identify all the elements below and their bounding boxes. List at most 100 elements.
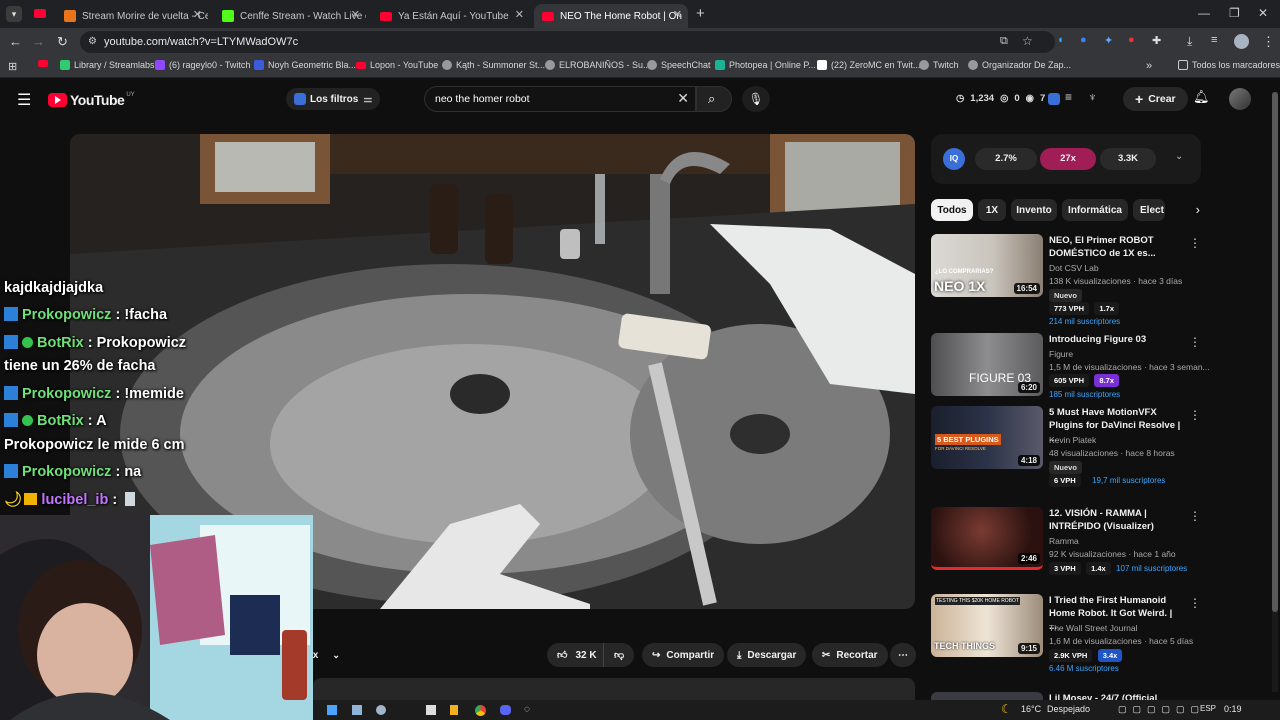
site-info-icon[interactable]: ⚙ [88,36,97,47]
clip-button[interactable]: ✂ Recortar [812,643,888,667]
close-window-icon[interactable]: ✕ [1258,6,1268,20]
related-video[interactable]: 5 BEST PLUGINS FOR DAVINCI RESOLVE 4:18 … [931,406,1201,496]
more-options-icon[interactable]: ⋮ [1189,596,1201,610]
channel-name[interactable]: Kevin Piatek [1049,435,1096,445]
more-options-icon[interactable]: ⋮ [1189,236,1201,250]
profile-avatar[interactable] [1234,34,1249,49]
bookmark-item[interactable]: Twitch [919,60,959,70]
video-title[interactable]: Introducing Figure 03 [1049,333,1181,346]
extension-icon[interactable]: ● [1080,34,1087,46]
video-thumbnail[interactable]: FIGURE 03 6:20 [931,333,1043,396]
chip-invento[interactable]: Invento [1011,199,1057,221]
download-icon[interactable]: ⤓ [1187,34,1192,49]
related-video[interactable]: FIGURE 03 6:20 Introducing Figure 03 Fig… [931,333,1210,403]
related-video[interactable]: 2:46 12. VISIÓN - RAMMA | INTRÉPIDO (Vis… [931,507,1201,577]
bookmark-item[interactable]: Library / Streamlabs [60,60,155,70]
scrollbar-thumb[interactable] [1272,92,1278,612]
bookmark-item[interactable]: Organizador De Zap... [968,60,1071,70]
tray-icons[interactable]: ▢▢▢▢▢▢ [1118,704,1205,715]
close-icon[interactable]: ✕ [351,8,360,21]
language-indicator[interactable]: ESP [1200,704,1216,713]
like-button[interactable]: 👍︎ 32 K [547,643,607,667]
related-video[interactable]: Lil Mosey - 24/7 (Official Music... [931,692,1201,700]
all-bookmarks-folder[interactable]: Todos los marcadores [1178,60,1280,70]
tab-neo-home-robot[interactable]: NEO The Home Robot | On ✕ [534,4,688,28]
youtube-pinned-tab-icon[interactable] [34,9,46,18]
bookmark-item[interactable]: Kąth - Summoner St... [442,60,545,70]
media-icon[interactable]: ≡ [1211,34,1217,46]
bookmark-item[interactable]: Photopea | Online P... [715,60,816,70]
taskbar-app-icon[interactable] [327,705,337,715]
iq-logo-icon[interactable]: IQ [943,148,965,170]
extension-icon[interactable]: ● [1128,34,1135,46]
chevron-down-icon[interactable]: ⌄ [1175,151,1183,162]
search-input[interactable]: neo the homer robot [435,93,530,105]
tab-ya-estan-aqui[interactable]: Ya Están Aquí - YouTube ✕ [372,4,530,28]
more-actions-button[interactable]: ⋯ [890,643,916,667]
steam-icon[interactable] [376,705,386,715]
bookmark-star-icon[interactable]: ☆ [1022,34,1033,48]
apps-grid-icon[interactable]: ⊞ [8,60,17,73]
channel-name[interactable]: Dot CSV Lab [1049,263,1099,273]
video-thumbnail[interactable]: TESTING THIS $20K HOME ROBOT TECH THINGS… [931,594,1043,657]
video-thumbnail[interactable]: 2:46 [931,507,1043,570]
related-video[interactable]: ¿LO COMPRARIAS? NEO 1X 16:54 NEO, El Pri… [931,234,1201,329]
search-button[interactable]: ⌕ [696,86,732,112]
restore-icon[interactable]: ❐ [1229,6,1240,20]
bookmark-item[interactable]: (22) ZeroMC en Twit... [817,60,920,70]
chip-informatica[interactable]: Informática [1062,199,1128,221]
weather-moon-icon[interactable]: ☾ [1001,702,1012,716]
taskbar-app-icon[interactable]: ◌ [524,704,530,715]
ext-iq-icon[interactable] [1048,93,1060,105]
taskbar-app-icon[interactable] [450,705,458,715]
url-bar[interactable]: ⚙ youtube.com/watch?v=LTYMWadOW7c ⧉ ☆ [80,31,1055,53]
bookmark-item[interactable]: Noyh Geometric Bla... [254,60,356,70]
menu-kebab-icon[interactable]: ⋮ [1262,34,1275,50]
share-button[interactable]: ↪ Compartir [642,643,725,667]
chrome-icon[interactable] [475,705,486,716]
extension-icon[interactable]: ✦ [1104,34,1113,47]
discord-icon[interactable] [500,705,511,715]
tab-cenffe-stream[interactable]: Cenffe Stream - Watch Live on ✕ [214,4,366,28]
filters-button[interactable]: Los filtros ⚌ [286,88,381,110]
clear-search-icon[interactable]: ✕ [677,90,689,107]
tab-stream-morire[interactable]: Stream Morire de vuelta - Cenffe ✕ [56,4,208,28]
channel-name[interactable]: Ramma [1049,536,1079,546]
tab-search-icon[interactable]: ▾ [6,6,22,22]
video-title[interactable]: NEO, El Primer ROBOT DOMÉSTICO de 1X es.… [1049,234,1181,260]
more-options-icon[interactable]: ⋮ [1189,408,1201,422]
hamburger-menu-icon[interactable]: ☰ [17,90,31,110]
video-thumbnail[interactable] [931,692,1043,700]
forward-icon[interactable]: → [32,34,45,49]
chip-elect[interactable]: Elect [1133,199,1165,221]
extension-icon[interactable]: ◖ [1057,34,1064,46]
extensions-puzzle-icon[interactable]: ✚ [1152,34,1161,47]
video-title[interactable]: Lil Mosey - 24/7 (Official Music... [1049,692,1181,700]
channel-name[interactable]: Figure [1049,349,1073,359]
voice-search-button[interactable]: 🎙 [742,86,770,112]
download-button[interactable]: ⤓ Descargar [727,643,807,667]
chip-todos[interactable]: Todos [931,199,973,221]
video-thumbnail[interactable]: ¿LO COMPRARIAS? NEO 1X 16:54 [931,234,1043,297]
chevron-right-icon[interactable]: › [1166,199,1200,221]
channel-name[interactable]: The Wall Street Journal [1049,623,1138,633]
related-video[interactable]: TESTING THIS $20K HOME ROBOT TECH THINGS… [931,594,1201,689]
bookmark-item[interactable]: ELROBANIÑOS - Su... [545,60,651,70]
video-thumbnail[interactable]: 5 BEST PLUGINS FOR DAVINCI RESOLVE 4:18 [931,406,1043,469]
bookmark-item[interactable]: Lopon - YouTube [356,60,438,70]
close-icon[interactable]: ✕ [193,8,202,21]
weather-temp[interactable]: 16°C [1021,704,1041,714]
minimize-icon[interactable]: — [1198,6,1210,20]
account-avatar[interactable] [1229,88,1251,110]
more-bookmarks-chevron-icon[interactable]: » [1146,60,1152,72]
bookmark-item[interactable]: (6) rageylo0 - Twitch [155,60,250,70]
search-box[interactable]: neo the homer robot ✕ [424,86,696,112]
reload-icon[interactable]: ↻ [57,34,68,50]
list-icon[interactable]: ≡ [1065,90,1072,104]
clock-time[interactable]: 0:19 [1224,704,1242,714]
description-box[interactable] [313,678,915,700]
notifications-bell-icon[interactable]: 🔔︎ [1193,89,1210,105]
create-button[interactable]: + Crear [1123,87,1188,111]
new-tab-button[interactable]: + [696,5,705,22]
more-options-icon[interactable]: ⋮ [1189,335,1201,349]
